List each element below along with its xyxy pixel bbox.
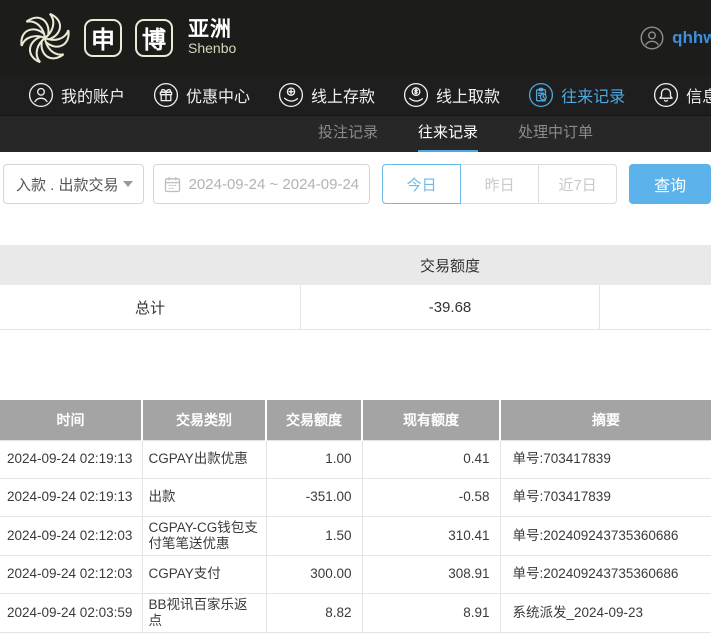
nav-item-bell[interactable]: 信息 (653, 82, 711, 108)
nav-item-user[interactable]: 我的账户 (28, 82, 125, 108)
column-header: 交易类别 (142, 400, 266, 440)
subnav-tab-2[interactable]: 处理中订单 (518, 116, 593, 152)
quick-range-button-2[interactable]: 近7日 (538, 164, 617, 204)
app-root: 申 博 亚洲 Shenbo qhhwz 我的账户优惠中心线上存款线上取款往来记录… (0, 0, 711, 638)
subnav-tab-1[interactable]: 往来记录 (418, 116, 478, 152)
records-table: 时间交易类别交易额度现有额度摘要 2024-09-24 02:19:13CGPA… (0, 400, 711, 633)
site-logo[interactable]: 申 博 亚洲 Shenbo (14, 7, 236, 69)
table-cell: 单号:703417839 (500, 440, 711, 478)
username: qhhwz (672, 28, 711, 48)
column-header: 摘要 (500, 400, 711, 440)
main-nav: 我的账户 优惠中心 线上存款 线上取款 往来记录 信息 (0, 75, 711, 115)
table-row: 2024-09-24 02:12:03CGPAY支付300.00308.91单号… (0, 555, 711, 593)
calendar-icon (164, 176, 181, 193)
logo-wordmark: 亚洲 Shenbo (188, 19, 236, 56)
nav-item-gift[interactable]: 优惠中心 (153, 82, 250, 108)
deposit-icon (278, 82, 304, 108)
column-header: 现有额度 (362, 400, 500, 440)
nav-item-label: 我的账户 (61, 83, 125, 107)
summary-total-label: 总计 (0, 285, 300, 329)
table-cell: 300.00 (266, 555, 362, 593)
table-cell: 2024-09-24 02:12:03 (0, 555, 142, 593)
bell-icon (653, 82, 679, 108)
column-header: 时间 (0, 400, 142, 440)
table-cell: 1.00 (266, 440, 362, 478)
table-cell: 2024-09-24 02:03:59 (0, 593, 142, 632)
table-cell: CGPAY支付 (142, 555, 266, 593)
top-header: 申 博 亚洲 Shenbo qhhwz (0, 0, 711, 75)
quick-range-button-0[interactable]: 今日 (382, 164, 461, 204)
nav-item-label: 线上存款 (311, 83, 375, 107)
table-cell: 单号:202409243735360686 (500, 555, 711, 593)
logo-subtitle: Shenbo (188, 41, 236, 56)
summary-total-value: -39.68 (300, 285, 600, 329)
table-row: 2024-09-24 02:19:13CGPAY出款优惠1.000.41单号:7… (0, 440, 711, 478)
search-button[interactable]: 查询 (629, 164, 711, 204)
date-range-value: 2024-09-24 ~ 2024-09-24 (189, 176, 360, 193)
records-icon (528, 82, 554, 108)
table-cell: 310.41 (362, 516, 500, 555)
filter-bar: 入款 . 出款交易 2024-09-24 ~ 2024-09-24 今日昨日近7… (0, 152, 711, 226)
date-range-input[interactable]: 2024-09-24 ~ 2024-09-24 (153, 164, 371, 204)
table-cell: 2024-09-24 02:12:03 (0, 516, 142, 555)
table-row: 2024-09-24 02:12:03CGPAY-CG钱包支付笔笔送优惠1.50… (0, 516, 711, 555)
flower-logo-icon (14, 7, 76, 69)
transaction-type-select[interactable]: 入款 . 出款交易 (3, 164, 144, 204)
table-row: 2024-09-24 02:03:59BB视讯百家乐返点8.828.91系统派发… (0, 593, 711, 632)
subnav-tab-0[interactable]: 投注记录 (318, 116, 378, 152)
nav-item-records[interactable]: 往来记录 (528, 82, 625, 108)
table-cell: 2024-09-24 02:19:13 (0, 478, 142, 516)
table-cell: -351.00 (266, 478, 362, 516)
summary-header-label: 交易额度 (300, 255, 600, 276)
table-cell: 单号:202409243735360686 (500, 516, 711, 555)
quick-range-button-1[interactable]: 昨日 (460, 164, 539, 204)
column-header: 交易额度 (266, 400, 362, 440)
table-cell: -0.58 (362, 478, 500, 516)
table-cell: 系统派发_2024-09-23 (500, 593, 711, 632)
nav-item-deposit[interactable]: 线上存款 (278, 82, 375, 108)
user-icon (28, 82, 54, 108)
logo-char-box: 申 (84, 19, 122, 57)
avatar-icon (640, 26, 664, 50)
summary-total-row: 总计 -39.68 (0, 285, 711, 330)
nav-item-label: 优惠中心 (186, 83, 250, 107)
summary-header-row: 交易额度 (0, 245, 711, 285)
quick-range-group: 今日昨日近7日 (382, 164, 617, 204)
sub-nav: 投注记录 往来记录 处理中订单 (0, 115, 711, 152)
table-row: 2024-09-24 02:19:13出款-351.00-0.58单号:7034… (0, 478, 711, 516)
table-cell: 1.50 (266, 516, 362, 555)
table-cell: 出款 (142, 478, 266, 516)
nav-item-label: 信息 (686, 83, 711, 107)
table-cell: BB视讯百家乐返点 (142, 593, 266, 632)
logo-char-box: 博 (135, 19, 173, 57)
summary-table: 交易额度 总计 -39.68 (0, 245, 711, 330)
table-cell: 8.91 (362, 593, 500, 632)
table-cell: 308.91 (362, 555, 500, 593)
withdraw-icon (403, 82, 429, 108)
gift-icon (153, 82, 179, 108)
table-cell: 单号:703417839 (500, 478, 711, 516)
table-cell: CGPAY出款优惠 (142, 440, 266, 478)
nav-item-withdraw[interactable]: 线上取款 (403, 82, 500, 108)
table-cell: 8.82 (266, 593, 362, 632)
nav-item-label: 线上取款 (436, 83, 500, 107)
table-cell: 0.41 (362, 440, 500, 478)
table-cell: CGPAY-CG钱包支付笔笔送优惠 (142, 516, 266, 555)
chevron-down-icon (123, 181, 133, 187)
user-account[interactable]: qhhwz (640, 26, 711, 50)
table-cell: 2024-09-24 02:19:13 (0, 440, 142, 478)
transaction-type-value: 入款 . 出款交易 (16, 174, 119, 195)
logo-region: 亚洲 (188, 19, 236, 41)
nav-item-label: 往来记录 (561, 83, 625, 107)
